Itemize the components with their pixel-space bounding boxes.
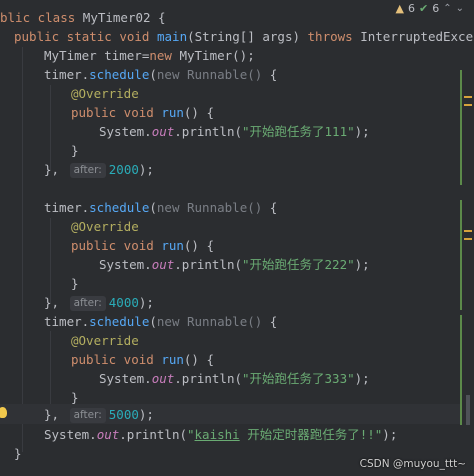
code-line: blic class MyTimer02 { xyxy=(0,10,166,25)
indent-guide xyxy=(22,47,23,452)
code-line: timer.schedule(new Runnable() { xyxy=(44,200,278,215)
code-line: System.out.println("开始跑任务了333"); xyxy=(99,371,370,386)
scroll-marker[interactable] xyxy=(464,230,472,232)
scroll-marker[interactable] xyxy=(464,238,472,240)
code-line: public void run() { xyxy=(71,238,214,253)
indent-guide xyxy=(50,218,51,303)
code-line: }, after: 5000); xyxy=(44,407,154,423)
code-line: } xyxy=(71,276,79,291)
scroll-marker[interactable] xyxy=(464,104,472,106)
lightbulb-icon[interactable] xyxy=(0,407,7,418)
indent-guide xyxy=(50,85,51,170)
parameter-hint: after: xyxy=(69,163,106,178)
code-line: }, after: 2000); xyxy=(44,162,154,178)
code-line: @Override xyxy=(71,219,139,234)
watermark: CSDN @muyou_ttt~ xyxy=(359,458,466,470)
code-line: } xyxy=(14,446,22,461)
code-line: public void run() { xyxy=(71,105,214,120)
code-line: timer.schedule(new Runnable() { xyxy=(44,314,278,329)
code-line: }, after: 4000); xyxy=(44,295,154,311)
code-line: System.out.println("开始跑任务了222"); xyxy=(99,257,370,272)
parameter-hint: after: xyxy=(69,296,106,311)
code-line: @Override xyxy=(71,86,139,101)
code-line: MyTimer timer=new MyTimer(); xyxy=(44,48,255,63)
code-area[interactable]: blic class MyTimer02 { public static voi… xyxy=(0,0,474,476)
code-editor[interactable]: ▲ 6 ✔ 6 ⌃ ⌄ blic class MyTimer02 { publi… xyxy=(0,0,474,476)
change-marker xyxy=(460,200,462,310)
scrollbar-thumb[interactable] xyxy=(466,395,470,425)
code-line: @Override xyxy=(71,333,139,348)
change-marker xyxy=(460,70,462,185)
code-line: public static void main(String[] args) t… xyxy=(14,29,474,44)
code-line: System.out.println("开始跑任务了111"); xyxy=(99,124,370,139)
code-line: timer.schedule(new Runnable() { xyxy=(44,67,278,82)
scroll-marker[interactable] xyxy=(464,96,472,98)
change-marker xyxy=(460,315,462,425)
parameter-hint: after: xyxy=(69,408,106,423)
code-line: } xyxy=(71,143,79,158)
code-line: public void run() { xyxy=(71,352,214,367)
code-line: System.out.println("kaishi 开始定时器跑任务了!!")… xyxy=(44,427,398,442)
